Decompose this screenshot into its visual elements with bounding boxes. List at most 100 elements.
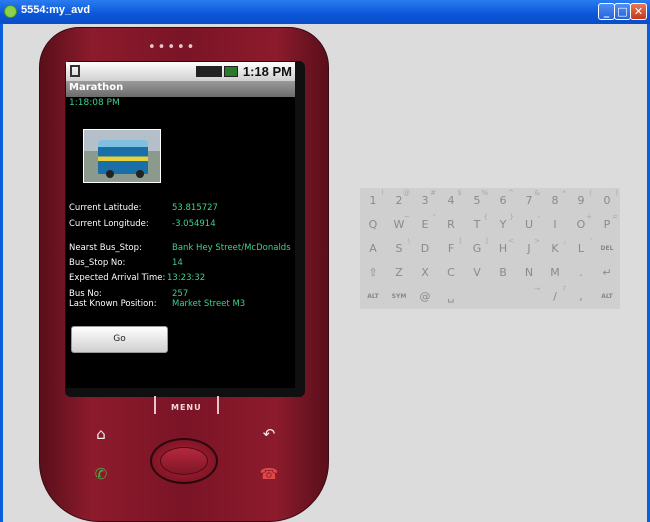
key-secondary-label: ; xyxy=(563,237,566,245)
key-secondary-label: { xyxy=(483,213,488,221)
key-secondary-label: ] xyxy=(485,237,488,245)
key-alt[interactable]: ALT xyxy=(360,284,386,308)
maximize-icon: □ xyxy=(617,5,628,18)
go-button[interactable]: Go xyxy=(71,326,168,353)
minimize-button[interactable]: _ xyxy=(598,3,615,20)
key-secondary-label: = xyxy=(612,213,618,221)
key-[interactable]: , xyxy=(568,284,594,308)
dpad-center[interactable] xyxy=(160,447,208,475)
key-d[interactable]: D xyxy=(412,236,438,260)
key-sym[interactable]: SYM xyxy=(386,284,412,308)
key-secondary-label: < xyxy=(508,237,514,245)
call-icon[interactable]: ✆ xyxy=(90,464,112,484)
bus-stop-value: Bank Hey Street/McDonalds xyxy=(172,243,291,253)
emulator-window: 5554:my_avd _ □ ✕ ••••• MENU ⌂ ↶ ✆ ☎ 1:1 xyxy=(0,0,650,522)
menu-divider-left xyxy=(154,396,156,414)
key-s[interactable]: S \ xyxy=(386,236,412,260)
key-b[interactable]: B xyxy=(490,260,516,284)
key-[interactable]: ⇧ xyxy=(360,260,386,284)
latitude-label: Current Latitude: xyxy=(69,203,142,213)
speaker-grille: ••••• xyxy=(148,40,197,55)
key-secondary-label: * xyxy=(562,189,567,197)
key-a[interactable]: A xyxy=(360,236,386,260)
bus-stop-no-label: Bus_Stop No: xyxy=(69,258,126,268)
key-secondary-label: @ xyxy=(403,189,410,197)
key-del[interactable]: DEL xyxy=(594,236,620,260)
bus-stop-label: Nearst Bus_Stop: xyxy=(69,243,142,253)
maximize-button[interactable]: □ xyxy=(614,3,631,20)
app-title-bar: Marathon xyxy=(66,81,295,97)
key-blank[interactable] xyxy=(490,284,516,308)
position-value: Market Street M3 xyxy=(172,299,246,309)
home-icon[interactable]: ⌂ xyxy=(90,424,112,444)
emulator-client-area: ••••• MENU ⌂ ↶ ✆ ☎ 1:18 PM Marathon 1:18… xyxy=(3,24,647,522)
sim-icon xyxy=(70,65,80,77)
key-secondary-label: \ xyxy=(407,237,410,245)
key-[interactable]: /? xyxy=(542,284,568,308)
arrival-value: 13:23:32 xyxy=(167,273,206,283)
key-secondary-label: + xyxy=(586,213,592,221)
clock-text: 1:18:08 PM xyxy=(69,98,120,108)
dpad-trackball[interactable] xyxy=(150,438,218,484)
window-title: 5554:my_avd xyxy=(21,4,91,16)
key-x[interactable]: X xyxy=(412,260,438,284)
key-secondary-label: ~ xyxy=(404,213,410,221)
key-alt[interactable]: ALT xyxy=(594,284,620,308)
key-q[interactable]: Q xyxy=(360,212,386,236)
key-blank[interactable]: → xyxy=(516,284,542,308)
bus-wheel xyxy=(106,170,114,178)
key-[interactable]: ↵ xyxy=(594,260,620,284)
key-blank[interactable] xyxy=(464,284,490,308)
bus-image xyxy=(98,140,148,174)
close-icon: ✕ xyxy=(633,5,644,18)
key-g[interactable]: G] xyxy=(464,236,490,260)
key-secondary-label: - xyxy=(537,213,540,221)
app-icon xyxy=(4,5,17,18)
key-secondary-label: } xyxy=(509,213,514,221)
key-secondary-label: ) xyxy=(615,189,618,197)
bus-stop-no-value: 14 xyxy=(172,258,183,268)
key-secondary-label: ^ xyxy=(508,189,514,197)
key-secondary-label: & xyxy=(534,189,540,197)
app-title: Marathon xyxy=(69,82,124,93)
key-1[interactable]: 1! xyxy=(360,188,386,212)
key-secondary-label: $ xyxy=(457,189,462,197)
key-k[interactable]: K; xyxy=(542,236,568,260)
menu-divider-right xyxy=(217,396,219,414)
key-v[interactable]: V xyxy=(464,260,490,284)
close-button[interactable]: ✕ xyxy=(630,3,647,20)
key-h[interactable]: H < xyxy=(490,236,516,260)
end-call-icon[interactable]: ☎ xyxy=(258,464,280,484)
key-l[interactable]: L ' xyxy=(568,236,594,260)
menu-button[interactable]: MENU xyxy=(171,403,202,412)
key-secondary-label: ! xyxy=(381,189,384,197)
key-4[interactable]: 4 $ xyxy=(438,188,464,212)
key-secondary-label: # xyxy=(430,189,436,197)
minimize-icon: _ xyxy=(603,5,610,18)
signal-icon xyxy=(196,66,222,77)
phone-screen: 1:18 PM Marathon 1:18:08 PM Current Lati… xyxy=(66,62,295,388)
longitude-label: Current Longitude: xyxy=(69,219,149,229)
key-8[interactable]: 8 * xyxy=(542,188,568,212)
status-time: 1:18 PM xyxy=(242,64,292,79)
back-icon[interactable]: ↶ xyxy=(258,424,280,444)
position-label: Last Known Position: xyxy=(69,299,157,309)
bus-no-label: Bus No: xyxy=(69,289,102,299)
bus-no-value: 257 xyxy=(172,289,189,299)
key-[interactable]: @ xyxy=(412,284,438,308)
virtual-keyboard: 1! 2 @3 #4 $5% 6 ^ 7 & 8 * 9(0) Q W ~ E " R T{Y} U - I O + P = A S \… xyxy=(360,188,620,309)
key-e[interactable]: E " xyxy=(412,212,438,236)
status-bar: 1:18 PM xyxy=(66,62,295,81)
key-[interactable]: ␣ xyxy=(438,284,464,308)
key-j[interactable]: J > xyxy=(516,236,542,260)
key-z[interactable]: Z xyxy=(386,260,412,284)
key-secondary-label: → xyxy=(534,285,540,293)
key-f[interactable]: F[ xyxy=(438,236,464,260)
key-c[interactable]: C xyxy=(438,260,464,284)
key-[interactable]: . xyxy=(568,260,594,284)
bus-photo xyxy=(83,129,161,183)
key-secondary-label: [ xyxy=(459,237,462,245)
key-secondary-label: ' xyxy=(590,237,592,245)
title-bar[interactable]: 5554:my_avd _ □ ✕ xyxy=(0,0,650,24)
key-p[interactable]: P = xyxy=(594,212,620,236)
